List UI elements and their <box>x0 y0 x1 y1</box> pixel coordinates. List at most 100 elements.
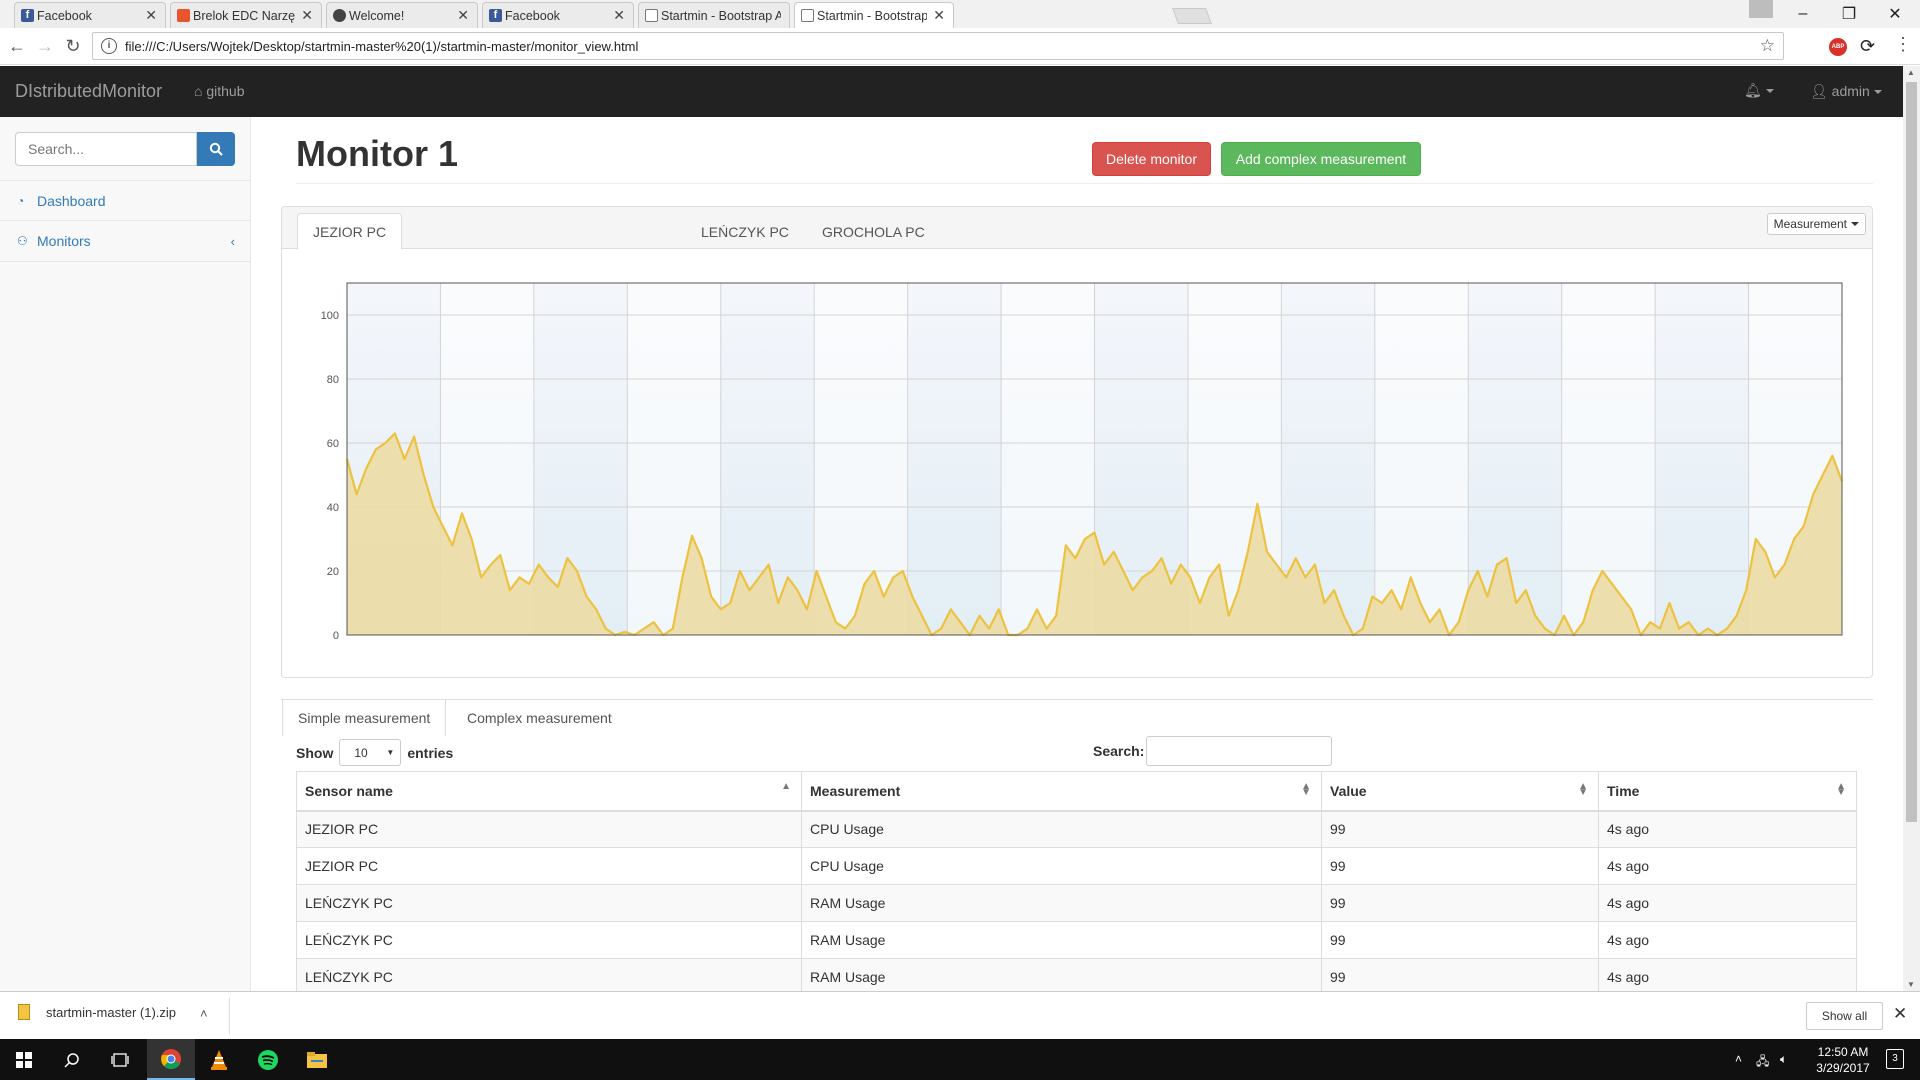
user-icon: 👤︎ <box>1810 83 1828 99</box>
close-icon[interactable]: ✕ <box>145 7 157 24</box>
column-time[interactable]: Time ▲ ▼ <box>1598 771 1857 812</box>
spotify-icon <box>258 1049 278 1070</box>
browser-tab-title: Brelok EDC Narzędzia Kl <box>193 8 296 23</box>
bell-icon: 🔔︎ <box>1744 82 1762 98</box>
clock[interactable]: 12:50 AM 3/29/2017 <box>1808 1044 1878 1076</box>
close-icon[interactable]: ✕ <box>933 7 945 24</box>
close-icon[interactable]: ✕ <box>457 7 469 24</box>
tab-grochola-pc[interactable]: GROCHOLA PC <box>807 213 940 250</box>
entries-label: entries <box>407 744 454 761</box>
column-measurement[interactable]: Measurement ▲ ▼ <box>801 771 1322 812</box>
close-icon[interactable]: ✕ <box>301 7 313 24</box>
sync-icon[interactable]: ⟳ <box>1860 36 1875 57</box>
cell-sensor: JEZIOR PC <box>296 847 802 885</box>
page-scrollbar[interactable]: ▲ ▼ <box>1903 66 1920 991</box>
window-close-icon[interactable]: ✕ <box>1872 0 1918 28</box>
tab-complex-measurement[interactable]: Complex measurement <box>452 700 627 736</box>
download-item[interactable]: startmin-master (1).zip <box>18 1004 176 1020</box>
address-bar[interactable]: i file:///C:/Users/Wojtek/Desktop/startm… <box>92 32 1784 60</box>
close-icon[interactable]: ✕ <box>1893 1004 1907 1024</box>
new-tab-button[interactable] <box>1172 8 1212 24</box>
scroll-up-icon[interactable]: ▲ <box>1907 68 1915 77</box>
entries-select[interactable]: 10 ▼ <box>339 739 402 766</box>
measurement-table: Sensor name ▲ Measurement ▲ ▼ Value ▲ ▼ Time ▲… <box>296 771 1857 996</box>
notifications-dropdown[interactable]: 🔔︎ <box>1744 82 1774 99</box>
cell-measurement: RAM Usage <box>801 921 1322 959</box>
divider <box>1063 183 1873 184</box>
browser-tab-strip: f Facebook ✕ Brelok EDC Narzędzia Kl ✕ W… <box>0 0 1920 28</box>
browser-tab-startmin-active[interactable]: Startmin - Bootstrap Adi ✕ <box>794 2 954 28</box>
cell-value: 99 <box>1321 847 1599 885</box>
facebook-icon: f <box>489 9 502 22</box>
measurement-dropdown[interactable]: Measurement <box>1766 213 1866 235</box>
caret-icon <box>1765 89 1774 94</box>
download-filename: startmin-master (1).zip <box>46 1004 177 1020</box>
github-link[interactable]: ⌂ github <box>194 83 245 99</box>
table-search-input[interactable] <box>1146 736 1333 766</box>
tab-simple-measurement[interactable]: Simple measurement <box>282 700 447 736</box>
search-label: Search: <box>1093 743 1145 759</box>
cell-measurement: RAM Usage <box>801 958 1322 996</box>
column-value[interactable]: Value ▲ ▼ <box>1321 771 1599 812</box>
download-shelf: startmin-master (1).zip ˄ Show all ✕ <box>0 991 1920 1039</box>
back-icon[interactable]: ← <box>5 34 29 58</box>
action-center-icon[interactable]: 3 <box>1886 1049 1904 1069</box>
delete-monitor-button[interactable]: Delete monitor <box>1092 142 1211 176</box>
adblock-icon[interactable]: ABP <box>1829 38 1847 56</box>
chevron-up-icon[interactable]: ˄ <box>200 1006 208 1021</box>
search-button[interactable] <box>197 132 235 166</box>
cell-time: 4s ago <box>1598 847 1857 885</box>
taskbar-chrome[interactable] <box>147 1039 195 1080</box>
add-complex-measurement-button[interactable]: Add complex measurement <box>1221 142 1421 176</box>
user-dropdown[interactable]: 👤︎ admin <box>1810 83 1882 100</box>
cell-value: 99 <box>1321 958 1599 996</box>
forward-icon[interactable]: → <box>33 34 57 58</box>
search-input[interactable] <box>15 132 197 166</box>
welcome-icon <box>333 9 346 22</box>
reload-icon[interactable]: ↻ <box>61 34 85 58</box>
profile-icon[interactable] <box>1749 0 1773 18</box>
browser-tab-welcome[interactable]: Welcome! ✕ <box>326 2 478 28</box>
page-icon <box>645 9 658 22</box>
area-chart: 0 20 40 60 80 100 <box>321 282 1844 642</box>
brand-link[interactable]: DIstributedMonitor <box>15 81 162 102</box>
scroll-down-icon[interactable]: ▼ <box>1907 980 1915 989</box>
browser-toolbar: ← → ↻ i file:///C:/Users/Wojtek/Desktop/… <box>0 28 1920 65</box>
network-icon[interactable]: 🖧︎ <box>1756 1052 1769 1073</box>
browser-tab-brelok[interactable]: Brelok EDC Narzędzia Kl ✕ <box>170 2 322 28</box>
taskbar-vlc[interactable] <box>195 1039 243 1080</box>
task-view-button[interactable] <box>96 1039 144 1080</box>
windows-icon <box>16 1051 32 1068</box>
sidebar-item-dashboard[interactable]: ◔ Dashboard <box>0 180 250 221</box>
taskbar-file-explorer[interactable] <box>293 1039 341 1080</box>
taskbar-spotify[interactable] <box>244 1039 292 1080</box>
show-entries: Show 10 ▼ entries <box>296 739 453 766</box>
browser-tab-title: Facebook <box>37 8 92 23</box>
browser-tab-startmin-1[interactable]: Startmin - Bootstrap Adi <box>638 2 790 28</box>
close-icon[interactable]: ✕ <box>613 7 625 24</box>
tray-chevron-up-icon[interactable]: ˄ <box>1735 1052 1742 1066</box>
zip-file-icon <box>18 1004 30 1020</box>
browser-tab-title: Startmin - Bootstrap Adi <box>661 8 781 23</box>
show-all-button[interactable]: Show all <box>1806 1002 1883 1030</box>
chart-panel: JEZIOR PC LEŃCZYK PC GROCHOLA PC Measure… <box>281 206 1873 678</box>
column-sensor-name[interactable]: Sensor name ▲ <box>296 771 802 812</box>
browser-tab-facebook-2[interactable]: f Facebook ✕ <box>482 2 634 28</box>
maximize-icon[interactable]: ❐ <box>1826 0 1872 28</box>
tab-jezior-pc[interactable]: JEZIOR PC <box>297 213 403 250</box>
sidebar-item-label: Monitors <box>37 233 91 249</box>
url-text: file:///C:/Users/Wojtek/Desktop/startmin… <box>125 38 639 54</box>
minimize-icon[interactable]: – <box>1780 0 1826 28</box>
volume-icon[interactable]: 🔈︎ <box>1780 1052 1787 1067</box>
taskbar-search[interactable] <box>48 1039 96 1080</box>
dashboard-icon: ◔ <box>17 193 25 208</box>
sidebar-item-monitors[interactable]: ⚇ Monitors ‹ <box>0 221 250 262</box>
start-button[interactable] <box>0 1039 48 1080</box>
info-icon[interactable]: i <box>101 38 117 54</box>
sort-icon: ▲ ▼ <box>1836 781 1846 798</box>
bookmark-star-icon[interactable]: ☆ <box>1760 36 1775 56</box>
browser-tab-facebook-1[interactable]: f Facebook ✕ <box>14 2 166 28</box>
tab-lenczyk-pc[interactable]: LEŃCZYK PC <box>686 213 804 250</box>
browser-menu-icon[interactable]: ⋮ <box>1894 34 1912 55</box>
scrollbar-thumb[interactable] <box>1906 82 1917 822</box>
